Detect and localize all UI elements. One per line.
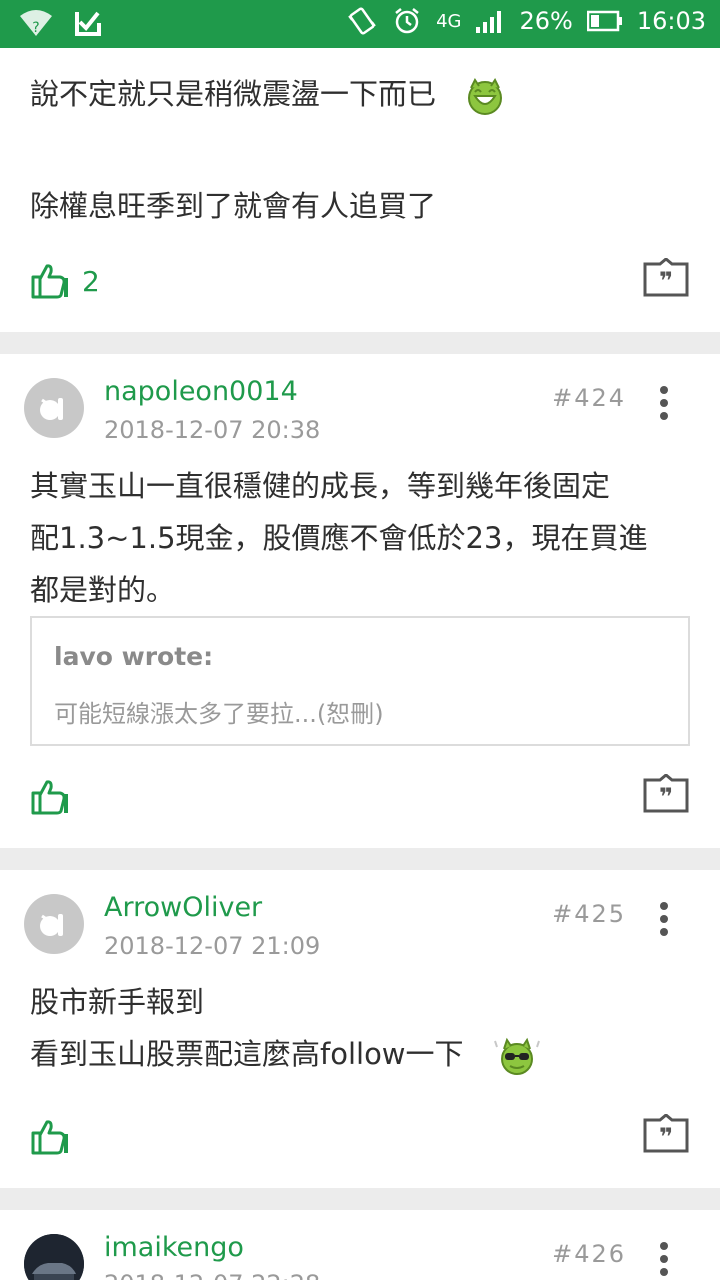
post-line: 除權息旺季到了就會有人追買了 [30, 189, 437, 223]
floor-number: #425 [552, 900, 626, 928]
post-line: 配1.3~1.5現金，股價應不會低於23，現在買進 [30, 521, 648, 555]
quote-text: 可能短線漲太多了要拉...(恕刪) [54, 700, 384, 728]
more-options-button[interactable] [656, 386, 672, 426]
timestamp: 2018-12-07 22:28 [104, 1270, 320, 1280]
laughing-face-emoji [468, 78, 503, 115]
battery-icon [586, 10, 622, 32]
post-line: 其實玉山一直很穩健的成長，等到幾年後固定 [30, 469, 611, 503]
quote-author: lavo wrote: [54, 642, 214, 671]
thumbs-up-icon [31, 264, 68, 299]
signal-icon [476, 11, 502, 33]
battery-percent: 26% [519, 7, 573, 35]
svg-text:❞: ❞ [659, 783, 673, 811]
vibrate-icon [348, 7, 376, 35]
like-count: 2 [82, 264, 100, 298]
svg-text:?: ? [32, 20, 39, 36]
status-bar: ? 4G 26% 16:03 [0, 0, 720, 48]
like-button[interactable] [30, 1118, 70, 1156]
quote-reply-icon[interactable]: ❞ [642, 258, 690, 298]
svg-text:❞: ❞ [659, 267, 673, 295]
username[interactable]: napoleon0014 [104, 376, 298, 407]
network-type: 4G [436, 10, 462, 32]
post-line: 都是對的。 [30, 573, 176, 607]
section-divider [0, 1188, 720, 1210]
username[interactable]: imaikengo [104, 1232, 244, 1263]
like-button[interactable]: 2 [30, 262, 100, 300]
thumbs-up-icon [31, 1120, 68, 1155]
clock: 16:03 [636, 7, 706, 35]
floor-number: #426 [552, 1240, 626, 1268]
like-button[interactable] [30, 778, 70, 816]
avatar[interactable] [24, 1234, 84, 1280]
more-options-button[interactable] [656, 1242, 672, 1280]
section-divider [0, 332, 720, 354]
default-avatar-icon [40, 914, 63, 936]
thumbs-up-icon [31, 780, 68, 815]
alarm-icon [395, 8, 419, 34]
car-photo-avatar [24, 1234, 84, 1280]
floor-number: #424 [552, 384, 626, 412]
post-line: 看到玉山股票配這麼高follow一下 [30, 1037, 464, 1071]
post-body: 說不定就只是稍微震盪一下而已 [30, 68, 505, 120]
section-divider [0, 848, 720, 870]
quoted-reply[interactable]: lavo wrote: 可能短線漲太多了要拉...(恕刪) [30, 616, 690, 746]
timestamp: 2018-12-07 20:38 [104, 416, 321, 444]
wifi-question-icon: ? [20, 10, 52, 36]
username[interactable]: ArrowOliver [104, 892, 262, 923]
post-line: 股市新手報到 [30, 985, 205, 1019]
avatar[interactable] [24, 378, 84, 438]
app-notification-icon [75, 11, 101, 36]
quote-reply-icon[interactable]: ❞ [642, 1114, 690, 1154]
post-line: 說不定就只是稍微震盪一下而已 [30, 77, 437, 111]
svg-text:❞: ❞ [659, 1123, 673, 1151]
avatar[interactable] [24, 894, 84, 954]
default-avatar-icon [40, 398, 63, 420]
timestamp: 2018-12-07 21:09 [104, 932, 321, 960]
post-body: 看到玉山股票配這麼高follow一下 [30, 1028, 541, 1080]
cool-face-emoji [493, 1037, 540, 1075]
quote-reply-icon[interactable]: ❞ [642, 774, 690, 814]
more-options-button[interactable] [656, 902, 672, 942]
